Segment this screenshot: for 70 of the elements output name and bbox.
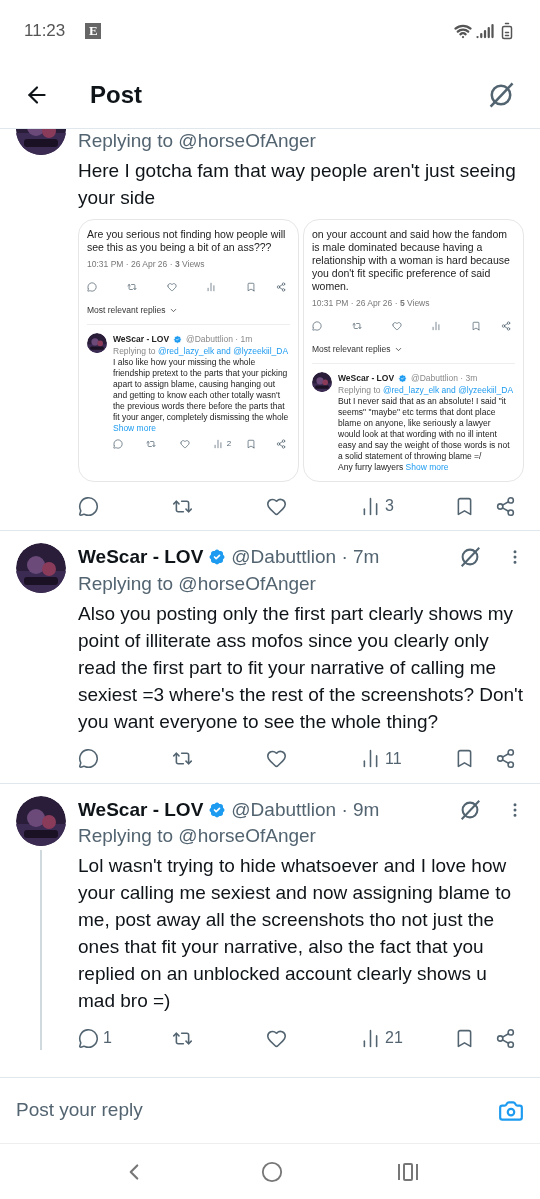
status-time: 11:23	[24, 20, 66, 43]
heart-icon	[179, 439, 190, 449]
reply-text: I also like how your missing the whole friendship pretext to the parts that your picking apart to assign blame, causing hanging out and getting to know each other totally wasn't the previous words there before the parts that fit your anger, completely dismissing the whole Show more	[113, 357, 290, 434]
reply-button[interactable]: 1	[78, 1026, 172, 1050]
views-button[interactable]: 3	[360, 494, 454, 518]
screenshot-image[interactable]	[303, 219, 524, 482]
author-handle: @Dabuttlion · 3m	[411, 372, 478, 384]
replying-to-text: Replying to @horseOfAnger	[78, 824, 317, 848]
author-handle: @Dabuttlion · 7m	[231, 545, 380, 569]
screenshot-image[interactable]	[78, 219, 299, 482]
author-name: WeScar - LOV	[78, 797, 204, 822]
nav-recents-icon[interactable]	[397, 1161, 419, 1182]
speech-bubble-icon	[78, 1027, 99, 1049]
bookmark-icon[interactable]	[471, 321, 481, 331]
views-button[interactable]: 2	[212, 438, 246, 450]
replying-to-text: Replying to @red_lazy_elk and @lyzeekiil_DA	[338, 384, 515, 396]
slashed-circle-icon[interactable]	[458, 545, 482, 570]
slashed-circle-icon[interactable]	[458, 797, 482, 822]
speech-bubble-icon	[78, 495, 99, 517]
speech-bubble-icon	[312, 321, 322, 331]
avatar[interactable]	[16, 543, 66, 593]
repost-icon	[146, 439, 157, 449]
post-text: on your account and said how the fandom is male dominated because having a relationship with a woman is hard because you don't fit specific preference of said women.	[312, 228, 511, 293]
share-icon[interactable]	[495, 1027, 516, 1049]
share-icon[interactable]	[501, 321, 511, 331]
author-name: WeScar - LOV	[338, 372, 395, 384]
bar-chart-icon	[206, 282, 217, 292]
post-meta: 10:31 PM · 26 Apr 26 · 3 Views	[87, 258, 206, 270]
wifi-icon	[454, 22, 472, 40]
replying-to-text: Replying to @red_lazy_elk and @lyzeekiil_DA	[113, 345, 290, 357]
author-name: WeScar - LOV	[78, 545, 204, 569]
post-text: Lol wasn't trying to hide whatsoever and I love how your calling me sexiest and now assigning blame to me, post away all the screenshots tho not just the ones that fit your narrative, also the fact that you replied on an unblocked account clearly shows u mad bro =)	[78, 854, 512, 1013]
page-title: Post	[90, 80, 142, 110]
notification-icon: E	[85, 23, 102, 39]
heart-icon	[391, 321, 402, 331]
sort-dropdown[interactable]: Most relevant replies	[87, 304, 166, 316]
share-icon[interactable]	[276, 282, 286, 292]
speech-bubble-icon	[87, 282, 97, 292]
post-text: Are you serious not finding how people will see this as you being a bit of an ass???	[87, 228, 287, 254]
share-icon[interactable]	[495, 748, 516, 769]
post-text: Here I gotcha fam that way people aren't just seeing your side	[78, 159, 517, 210]
bookmark-icon[interactable]	[246, 439, 256, 449]
post-meta: 10:31 PM · 26 Apr 26 · 5 Views	[312, 297, 431, 309]
repost-icon	[351, 321, 362, 331]
avatar[interactable]	[87, 333, 107, 353]
share-icon[interactable]	[495, 495, 516, 517]
post-text: Also you posting only the first part clearly shows my point of illiterate ass mofos since you clearly only read the first part to fit your narrative of calling me sexiest =3 where's the rest of the screenshots? Don't you want everyone to see the whole thing?	[78, 601, 524, 734]
heart-icon	[166, 282, 177, 292]
replying-to-text: Replying to @horseOfAnger	[78, 571, 317, 596]
bar-chart-icon	[431, 321, 442, 331]
bookmark-icon[interactable]	[246, 282, 256, 292]
sort-dropdown[interactable]: Most relevant replies	[312, 343, 391, 355]
reply-field[interactable]: Post your reply	[16, 1096, 498, 1125]
avatar[interactable]	[312, 372, 332, 392]
views-button[interactable]: 11	[360, 746, 454, 771]
replying-to-text: Replying to @horseOfAnger	[78, 129, 317, 153]
author-handle: @Dabuttlion · 9m	[231, 797, 380, 822]
nav-home-icon[interactable]	[261, 1160, 283, 1183]
reply-text: But I never said that as an absolute! I said "it seems" "maybe" etc terms that dont place blame on anyone, like seriously a lawyer would look at that wording with no ill intent easy and say the weight of those words is not a solid statement of throwing blame =/ Any furry lawyers Show more	[338, 396, 511, 473]
heart-icon	[266, 748, 287, 769]
speech-bubble-icon	[113, 439, 123, 449]
bar-chart-icon	[212, 439, 223, 449]
author-handle: @Dabuttlion · 1m	[186, 333, 253, 345]
share-icon[interactable]	[276, 439, 286, 449]
signal-icon	[476, 22, 494, 40]
views-button[interactable]: 21	[360, 1026, 454, 1050]
avatar[interactable]	[16, 795, 66, 846]
repost-icon	[126, 282, 137, 292]
author-name: WeScar - LOV	[113, 333, 170, 345]
speech-bubble-icon	[78, 748, 99, 769]
